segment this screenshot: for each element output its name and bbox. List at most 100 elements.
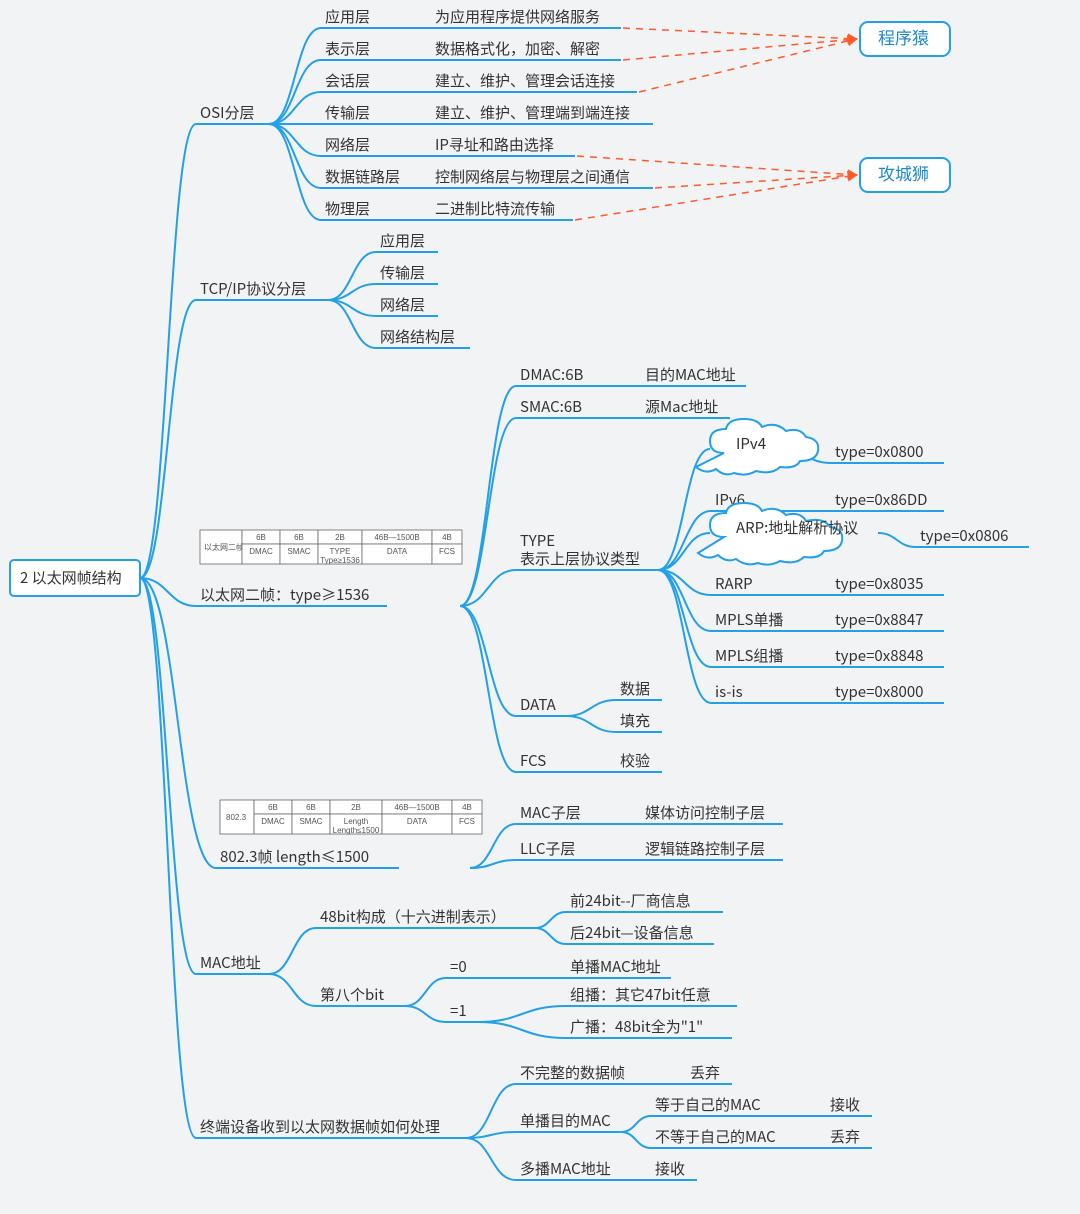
tcpip-label: TCP/IP协议分层 [200,278,306,299]
svg-text:DMAC: DMAC [261,817,285,826]
svg-text:SMAC: SMAC [299,817,322,826]
svg-text:4B: 4B [442,533,452,542]
eo1-label: 广播：48bit全为"1" [570,1016,703,1037]
ez: =0 [446,956,478,978]
eth2-table: 以太网二帧6BDMAC6BSMAC2BTYPEType≥153646B—1500… [200,530,462,565]
mac-sub: MAC子层 [516,802,589,824]
osi-l3-label: 传输层 [325,102,370,123]
rv1a: 等于自己的MAC [651,1094,772,1116]
tv0: type=0x0800 [831,441,944,463]
osi-l5: 数据链路层 [321,166,415,188]
tcp-2-label: 网络层 [380,294,425,315]
osi-l0-label: 应用层 [325,6,370,27]
data: DATA [516,694,566,716]
eo1: 广播：48bit全为"1" [566,1016,732,1038]
tv4: type=0x8847 [831,609,944,631]
rv2d: 接收 [651,1158,697,1180]
rv1b: 不等于自己的MAC [651,1126,788,1148]
tcp-0: 应用层 [376,230,438,252]
svg-text:SMAC: SMAC [287,547,310,556]
svg-text:Length≤1500: Length≤1500 [333,826,380,835]
osi-l4-label: 网络层 [325,134,370,155]
svg-text:6B: 6B [306,803,316,812]
tp3-label: RARP [715,573,753,594]
osi-d5-label: 控制网络层与物理层之间通信 [435,166,630,187]
eo0: 组播：其它47bit任意 [566,984,737,1006]
ieee-label: 802.3帧 length≤1500 [220,846,369,867]
osi-d1-label: 数据格式化，加密、解密 [435,38,600,59]
bits0: 前24bit--厂商信息 [566,890,723,912]
svg-text:Type≥1536: Type≥1536 [320,556,360,565]
ieee-table: 802.36BDMAC6BSMAC2BLengthLength≤150046B—… [220,800,482,835]
rv1-label: 单播目的MAC [520,1110,611,1131]
tcp-1: 传输层 [376,262,438,284]
svg-text:6B: 6B [268,803,278,812]
smac-d: 源Mac地址 [641,396,730,418]
tv3: type=0x8035 [831,573,944,595]
svg-text:6B: 6B [256,533,266,542]
rv0: 不完整的数据帧 [516,1062,642,1084]
mac-sub-d: 媒体访问控制子层 [641,802,783,824]
osi-label: OSI分层 [200,102,254,123]
osi-l1-label: 表示层 [325,38,370,59]
llc-label: LLC子层 [520,838,575,859]
smac: SMAC:6B [516,396,593,418]
eighth: 第八个bit [316,984,405,1006]
rv2d-label: 接收 [655,1158,685,1179]
tp6-label: is-is [715,681,743,702]
data0: 数据 [616,678,662,700]
root-label: 2 以太网帧结构 [20,567,122,588]
svg-text:ARP:地址解析协议: ARP:地址解析协议 [736,517,858,538]
tcpip: TCP/IP协议分层 [196,278,328,300]
dmac-label: DMAC:6B [520,364,584,385]
osi-d4: IP寻址和路由选择 [431,134,575,156]
ieee: 802.3帧 length≤1500 [216,846,399,868]
fcs: FCS [516,750,557,772]
eth2: 以太网二帧：type≥1536 [196,584,387,606]
svg-text:802.3: 802.3 [226,813,247,822]
bits-label: 48bit构成（十六进制表示） [320,906,506,927]
osi: OSI分层 [196,102,269,124]
llc: LLC子层 [516,838,589,860]
osi-d1: 数据格式化，加密、解密 [431,38,621,60]
rv2-label: 多播MAC地址 [520,1158,611,1179]
mac-sub-d-label: 媒体访问控制子层 [645,802,765,823]
svg-text:IPv4: IPv4 [736,433,766,454]
dmac-d: 目的MAC地址 [641,364,746,386]
tv0-label: type=0x0800 [835,441,924,462]
osi-d4-label: IP寻址和路由选择 [435,134,554,155]
data-label: DATA [520,694,557,715]
data1: 填充 [616,710,662,732]
osi-l6: 物理层 [321,198,383,220]
osi-d6-label: 二进制比特流传输 [435,198,555,219]
svg-text:Length: Length [344,817,368,826]
svg-text:攻城狮: 攻城狮 [878,160,929,185]
tp4: MPLS单播 [711,609,793,631]
dmac: DMAC:6B [516,364,593,386]
rv1bd-label: 丢弃 [830,1126,860,1147]
rv1ad: 接收 [826,1094,872,1116]
fcs-d-label: 校验 [620,750,650,771]
ezv: 单播MAC地址 [566,956,671,978]
tv1: type=0x86DD [831,489,944,511]
tcp-3-label: 网络结构层 [380,326,455,347]
tcp-3: 网络结构层 [376,326,470,348]
fcs-label: FCS [520,750,546,771]
tp5: MPLS组播 [711,645,793,667]
tv2-label: type=0x0806 [920,525,1009,546]
osi-l1: 表示层 [321,38,383,60]
recv-label: 终端设备收到以太网数据帧如何处理 [200,1116,440,1137]
svg-text:46B—1500B: 46B—1500B [394,803,439,812]
tv2: type=0x0806 [916,525,1029,547]
mac-label: MAC地址 [200,952,261,973]
ezv-label: 单播MAC地址 [570,956,661,977]
svg-text:程序猿: 程序猿 [878,24,929,49]
svg-text:DMAC: DMAC [249,547,273,556]
osi-d0-label: 为应用程序提供网络服务 [435,6,600,27]
dmac-d-label: 目的MAC地址 [645,364,736,385]
rv1ad-label: 接收 [830,1094,860,1115]
bits: 48bit构成（十六进制表示） [316,906,535,928]
svg-text:6B: 6B [294,533,304,542]
osi-l0: 应用层 [321,6,383,28]
tv6: type=0x8000 [831,681,944,703]
